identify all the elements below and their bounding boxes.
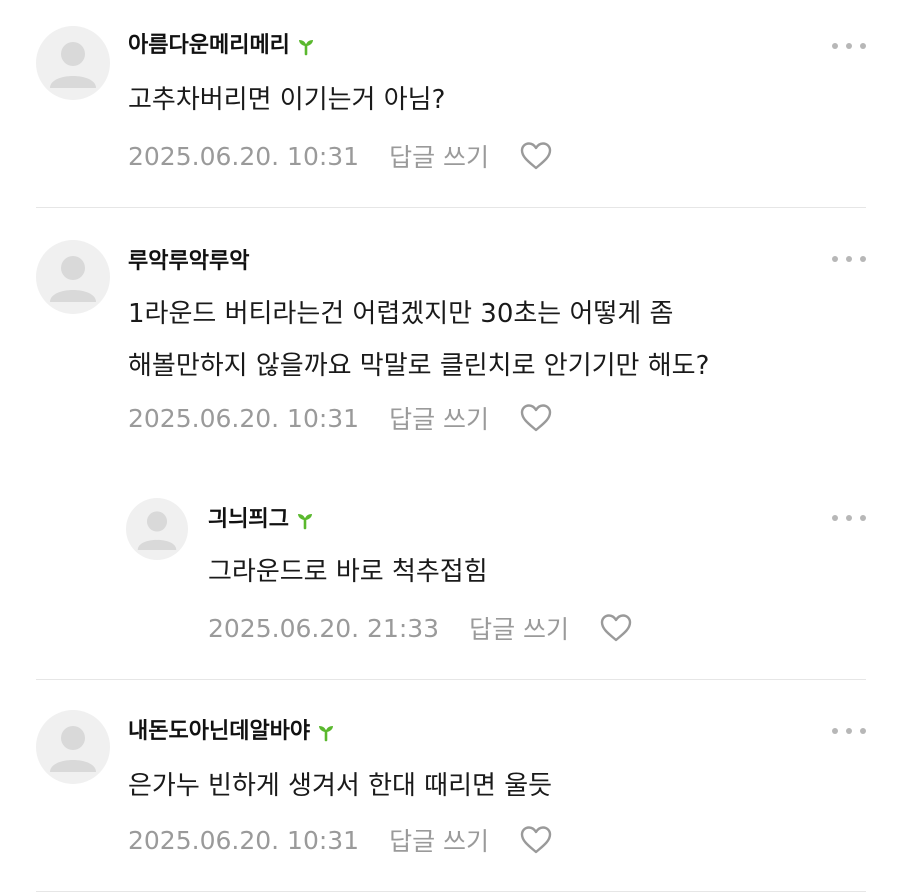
sprout-icon — [296, 36, 316, 56]
username-text: 루악루악루악 — [128, 249, 250, 274]
comment-text-line-2: 해볼만하지 않을까요 막말로 클린치로 안기기만 해도? — [128, 351, 710, 381]
comment-text: 고추차버리면 이기는거 아님? — [128, 85, 446, 115]
comment-meta: 2025.06.20. 10:31 답글 쓰기 — [128, 398, 553, 438]
comment-date: 2025.06.20. 10:31 — [128, 403, 360, 433]
heart-icon[interactable] — [519, 140, 553, 172]
heart-icon[interactable] — [599, 612, 633, 644]
avatar[interactable] — [36, 240, 110, 314]
username[interactable]: 루악루악루악 — [128, 248, 249, 276]
avatar[interactable] — [36, 710, 110, 784]
avatar[interactable] — [126, 498, 188, 560]
comment-text-line-1: 1라운드 버티라는건 어렵겠지만 30초는 어떻게 좀 — [128, 299, 674, 329]
more-options-icon[interactable] — [832, 39, 866, 53]
sprout-icon — [295, 510, 315, 530]
username-text: 긔늬픠그 — [208, 507, 289, 532]
heart-icon[interactable] — [519, 402, 553, 434]
more-options-icon[interactable] — [832, 252, 866, 266]
comment-2: 루악루악루악 1라운드 버티라는건 어렵겠지만 30초는 어떻게 좀 해볼만하지… — [0, 208, 900, 470]
comment-text: 그라운드로 바로 척추접힘 — [208, 557, 488, 587]
divider — [36, 891, 866, 892]
reply-button[interactable]: 답글 쓰기 — [389, 400, 489, 436]
comment-date: 2025.06.20. 21:33 — [208, 613, 440, 643]
avatar[interactable] — [36, 26, 110, 100]
username-text: 아름다운메리메리 — [128, 33, 290, 58]
comment-meta: 2025.06.20. 10:31 답글 쓰기 — [128, 136, 553, 176]
heart-icon[interactable] — [519, 824, 553, 856]
reply-button[interactable]: 답글 쓰기 — [469, 610, 569, 646]
comment-4: 내돈도아닌데알바야 은가누 빈하게 생겨서 한대 때리면 울듯 2025.06.… — [0, 680, 900, 893]
comment-3-reply: 긔늬픠그 그라운드로 바로 척추접힘 2025.06.20. 21:33 답글 … — [0, 470, 900, 680]
more-options-icon[interactable] — [832, 511, 866, 525]
more-options-icon[interactable] — [832, 724, 866, 738]
comment-meta: 2025.06.20. 10:31 답글 쓰기 — [128, 820, 553, 860]
comment-meta: 2025.06.20. 21:33 답글 쓰기 — [208, 608, 633, 648]
comment-date: 2025.06.20. 10:31 — [128, 141, 360, 171]
username[interactable]: 긔늬픠그 — [208, 506, 315, 534]
username[interactable]: 내돈도아닌데알바야 — [128, 718, 336, 746]
reply-button[interactable]: 답글 쓰기 — [389, 822, 489, 858]
username-text: 내돈도아닌데알바야 — [128, 719, 311, 744]
sprout-icon — [316, 722, 336, 742]
comment-text: 은가누 빈하게 생겨서 한대 때리면 울듯 — [128, 771, 553, 801]
comment-1: 아름다운메리메리 고추차버리면 이기는거 아님? 2025.06.20. 10:… — [0, 0, 900, 208]
reply-button[interactable]: 답글 쓰기 — [389, 138, 489, 174]
comment-date: 2025.06.20. 10:31 — [128, 825, 360, 855]
username[interactable]: 아름다운메리메리 — [128, 32, 316, 60]
